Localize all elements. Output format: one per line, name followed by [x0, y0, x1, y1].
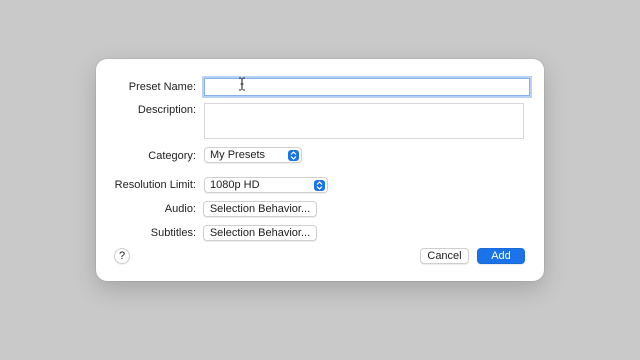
preset-name-label: Preset Name: — [128, 81, 196, 93]
category-label: Category: — [148, 150, 196, 162]
subtitles-label: Subtitles: — [150, 227, 196, 239]
category-popup[interactable]: My Presets — [204, 147, 302, 163]
new-preset-dialog: Preset Name: Description: Category: My P… — [96, 59, 544, 281]
add-button[interactable]: Add — [477, 248, 525, 264]
chevron-up-down-icon — [288, 149, 299, 161]
help-button[interactable]: ? — [114, 248, 130, 264]
preset-name-input[interactable] — [204, 78, 530, 96]
resolution-limit-value: 1080p HD — [210, 179, 260, 191]
resolution-limit-popup[interactable]: 1080p HD — [204, 177, 328, 193]
chevron-up-down-icon — [314, 179, 325, 191]
cancel-button[interactable]: Cancel — [420, 248, 469, 264]
resolution-limit-label: Resolution Limit: — [114, 179, 196, 191]
audio-selection-behavior-button[interactable]: Selection Behavior... — [203, 201, 317, 217]
i-beam-cursor-icon — [239, 77, 245, 91]
category-value: My Presets — [210, 149, 266, 161]
description-label: Description: — [137, 104, 196, 116]
description-field[interactable] — [204, 103, 524, 139]
audio-label: Audio: — [164, 203, 196, 215]
subtitles-selection-behavior-button[interactable]: Selection Behavior... — [203, 225, 317, 241]
